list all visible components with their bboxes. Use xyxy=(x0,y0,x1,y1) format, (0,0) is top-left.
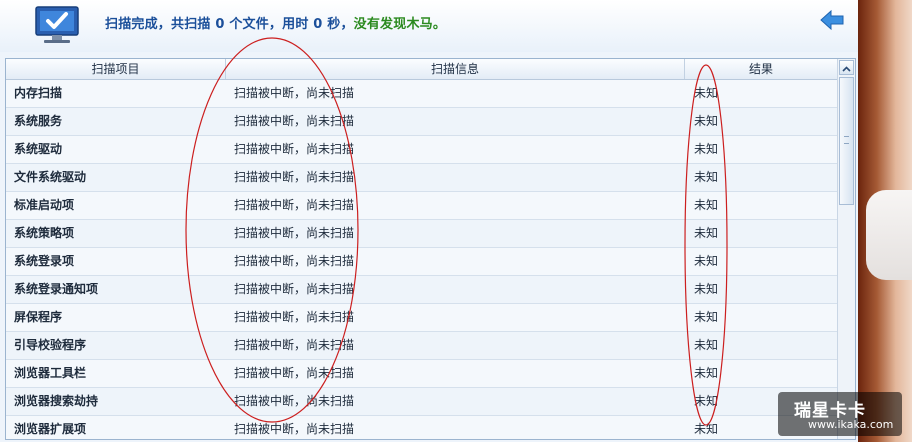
scan-item: 系统登录项 xyxy=(14,254,75,268)
table-row[interactable]: 引导校验程序 扫描被中断，尚未扫描 未知 xyxy=(6,332,837,360)
scan-results-table: 扫描项目 扫描信息 结果 内存扫描 扫描被中断，尚未扫描 未知 系统服务 扫描被中断，… xyxy=(5,58,856,440)
scan-result: 未知 xyxy=(694,142,719,156)
table-row[interactable]: 系统驱动 扫描被中断，尚未扫描 未知 xyxy=(6,136,837,164)
scan-result: 未知 xyxy=(694,114,719,128)
file-count: 0 xyxy=(215,17,225,32)
table-header: 扫描项目 扫描信息 结果 xyxy=(6,59,837,80)
scan-result: 未知 xyxy=(694,86,719,100)
scan-item: 文件系统驱动 xyxy=(14,170,87,184)
scan-result: 未知 xyxy=(694,282,719,296)
chevron-up-icon xyxy=(842,66,851,72)
scan-info: 扫描被中断，尚未扫描 xyxy=(234,310,355,324)
scan-info: 扫描被中断，尚未扫描 xyxy=(234,114,355,128)
column-header-item[interactable]: 扫描项目 xyxy=(6,59,226,79)
table-row[interactable]: 屏保程序 扫描被中断，尚未扫描 未知 xyxy=(6,304,837,332)
table-row[interactable]: 浏览器扩展项 扫描被中断，尚未扫描 未知 xyxy=(6,416,837,439)
scan-result: 未知 xyxy=(694,394,719,408)
summary-prefix: 扫描完成，共扫描 xyxy=(105,17,211,32)
table-row[interactable]: 内存扫描 扫描被中断，尚未扫描 未知 xyxy=(6,80,837,108)
scan-verdict: 没有发现木马。 xyxy=(353,17,447,32)
scan-info: 扫描被中断，尚未扫描 xyxy=(234,142,355,156)
scan-item: 屏保程序 xyxy=(14,310,63,324)
table-row[interactable]: 系统策略项 扫描被中断，尚未扫描 未知 xyxy=(6,220,837,248)
scan-item: 标准启动项 xyxy=(14,198,75,212)
background-photo-detail xyxy=(866,190,912,280)
column-header-result[interactable]: 结果 xyxy=(685,59,837,79)
seconds-unit: 秒， xyxy=(327,17,354,32)
table-row[interactable]: 文件系统驱动 扫描被中断，尚未扫描 未知 xyxy=(6,164,837,192)
table-row[interactable]: 系统登录项 扫描被中断，尚未扫描 未知 xyxy=(6,248,837,276)
scan-item: 引导校验程序 xyxy=(14,338,87,352)
scan-item: 系统服务 xyxy=(14,114,63,128)
scan-result: 未知 xyxy=(694,422,719,436)
column-header-info[interactable]: 扫描信息 xyxy=(226,59,685,79)
scan-result: 未知 xyxy=(694,198,719,212)
scan-info: 扫描被中断，尚未扫描 xyxy=(234,254,355,268)
scan-info: 扫描被中断，尚未扫描 xyxy=(234,226,355,240)
scan-info: 扫描被中断，尚未扫描 xyxy=(234,170,355,184)
scan-result: 未知 xyxy=(694,170,719,184)
scan-item: 浏览器工具栏 xyxy=(14,366,87,380)
monitor-check-icon xyxy=(35,6,79,43)
back-arrow-icon[interactable] xyxy=(819,9,845,31)
scan-result-panel: 扫描完成，共扫描 0 个文件，用时 0 秒，没有发现木马。 扫描项目 扫描信息 … xyxy=(0,0,858,442)
scan-result: 未知 xyxy=(694,254,719,268)
watermark-url: www.ikaka.com xyxy=(808,418,894,431)
scan-item: 浏览器扩展项 xyxy=(14,422,87,436)
files-unit: 个文件，用时 xyxy=(229,17,309,32)
scan-item: 系统策略项 xyxy=(14,226,75,240)
scan-item: 浏览器搜索劫持 xyxy=(14,394,99,408)
table-row[interactable]: 浏览器搜索劫持 扫描被中断，尚未扫描 未知 xyxy=(6,388,837,416)
scan-result: 未知 xyxy=(694,310,719,324)
table-row[interactable]: 系统登录通知项 扫描被中断，尚未扫描 未知 xyxy=(6,276,837,304)
scan-item: 系统驱动 xyxy=(14,142,63,156)
scan-info: 扫描被中断，尚未扫描 xyxy=(234,282,355,296)
scan-info: 扫描被中断，尚未扫描 xyxy=(234,394,355,408)
scan-summary: 扫描完成，共扫描 0 个文件，用时 0 秒，没有发现木马。 xyxy=(105,13,446,32)
scan-result: 未知 xyxy=(694,338,719,352)
vertical-scrollbar[interactable] xyxy=(837,59,855,439)
scan-info: 扫描被中断，尚未扫描 xyxy=(234,198,355,212)
table-row[interactable]: 系统服务 扫描被中断，尚未扫描 未知 xyxy=(6,108,837,136)
scan-result: 未知 xyxy=(694,366,719,380)
scan-info: 扫描被中断，尚未扫描 xyxy=(234,338,355,352)
scan-item: 内存扫描 xyxy=(14,86,63,100)
grip-icon xyxy=(844,136,849,144)
table-row[interactable]: 标准启动项 扫描被中断，尚未扫描 未知 xyxy=(6,192,837,220)
scroll-thumb[interactable] xyxy=(839,77,854,205)
scan-info: 扫描被中断，尚未扫描 xyxy=(234,86,355,100)
scroll-up-button[interactable] xyxy=(839,60,854,75)
table-row[interactable]: 浏览器工具栏 扫描被中断，尚未扫描 未知 xyxy=(6,360,837,388)
scan-result: 未知 xyxy=(694,226,719,240)
result-banner: 扫描完成，共扫描 0 个文件，用时 0 秒，没有发现木马。 xyxy=(0,0,858,52)
scan-item: 系统登录通知项 xyxy=(14,282,99,296)
scan-info: 扫描被中断，尚未扫描 xyxy=(234,366,355,380)
elapsed-seconds: 0 xyxy=(313,17,323,32)
table-body: 内存扫描 扫描被中断，尚未扫描 未知 系统服务 扫描被中断，尚未扫描 未知 系统驱动 扫描… xyxy=(6,80,837,439)
scan-info: 扫描被中断，尚未扫描 xyxy=(234,422,355,436)
